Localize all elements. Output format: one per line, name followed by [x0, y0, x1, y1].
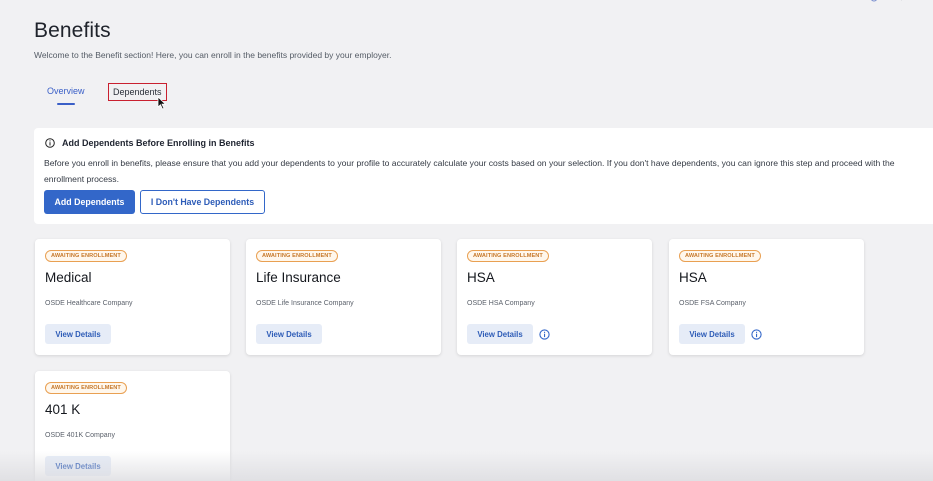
info-circle-icon — [45, 138, 55, 148]
status-badge: AWAITING ENROLLMENT — [45, 250, 127, 262]
tab-overview[interactable]: Overview — [47, 82, 85, 105]
tab-dependents-label: Dependents — [113, 87, 162, 97]
benefit-card-life-insurance: AWAITING ENROLLMENT Life Insurance OSDE … — [246, 239, 441, 355]
benefit-title: HSA — [467, 270, 495, 285]
add-dependents-button[interactable]: Add Dependents — [44, 190, 135, 214]
info-icon[interactable] — [751, 329, 762, 340]
benefit-title: HSA — [679, 270, 707, 285]
info-icon[interactable] — [539, 329, 550, 340]
benefit-card-medical: AWAITING ENROLLMENT Medical OSDE Healthc… — [35, 239, 230, 355]
notice-title: Add Dependents Before Enrolling in Benef… — [62, 138, 255, 148]
tab-overview-label: Overview — [47, 86, 85, 96]
benefit-title: Life Insurance — [256, 270, 341, 285]
benefit-title: Medical — [45, 270, 92, 285]
status-badge: AWAITING ENROLLMENT — [45, 382, 127, 394]
add-dependents-notice: Add Dependents Before Enrolling in Benef… — [34, 128, 933, 224]
notice-header: Add Dependents Before Enrolling in Benef… — [45, 138, 255, 148]
benefit-company: OSDE FSA Company — [679, 300, 746, 307]
status-badge: AWAITING ENROLLMENT — [256, 250, 338, 262]
view-details-button[interactable]: View Details — [679, 324, 745, 344]
page-title: Benefits — [34, 19, 111, 42]
benefit-company: OSDE HSA Company — [467, 300, 535, 307]
status-badge: AWAITING ENROLLMENT — [679, 250, 761, 262]
benefit-card-fsa: AWAITING ENROLLMENT HSA OSDE FSA Company… — [669, 239, 864, 355]
view-details-button[interactable]: View Details — [45, 456, 111, 476]
status-badge: AWAITING ENROLLMENT — [467, 250, 549, 262]
mouse-cursor-icon — [157, 96, 167, 110]
benefit-card-hsa: AWAITING ENROLLMENT HSA OSDE HSA Company… — [457, 239, 652, 355]
view-details-button[interactable]: View Details — [45, 324, 111, 344]
benefit-company: OSDE Healthcare Company — [45, 300, 133, 307]
view-details-button[interactable]: View Details — [467, 324, 533, 344]
notice-text: Before you enroll in benefits, please en… — [44, 158, 895, 184]
benefit-title: 401 K — [45, 402, 81, 417]
benefit-company: OSDE 401K Company — [45, 432, 116, 439]
benefit-company: OSDE Life Insurance Company — [256, 300, 354, 307]
page-subtitle: Welcome to the Benefit section! Here, yo… — [34, 50, 392, 60]
top-right-partial-icon — [871, 0, 902, 2]
benefit-card-401k: AWAITING ENROLLMENT 401 K OSDE 401K Comp… — [35, 371, 230, 481]
view-details-button[interactable]: View Details — [256, 324, 322, 344]
no-dependents-button[interactable]: I Don't Have Dependents — [140, 190, 265, 214]
active-tab-indicator — [57, 103, 75, 105]
